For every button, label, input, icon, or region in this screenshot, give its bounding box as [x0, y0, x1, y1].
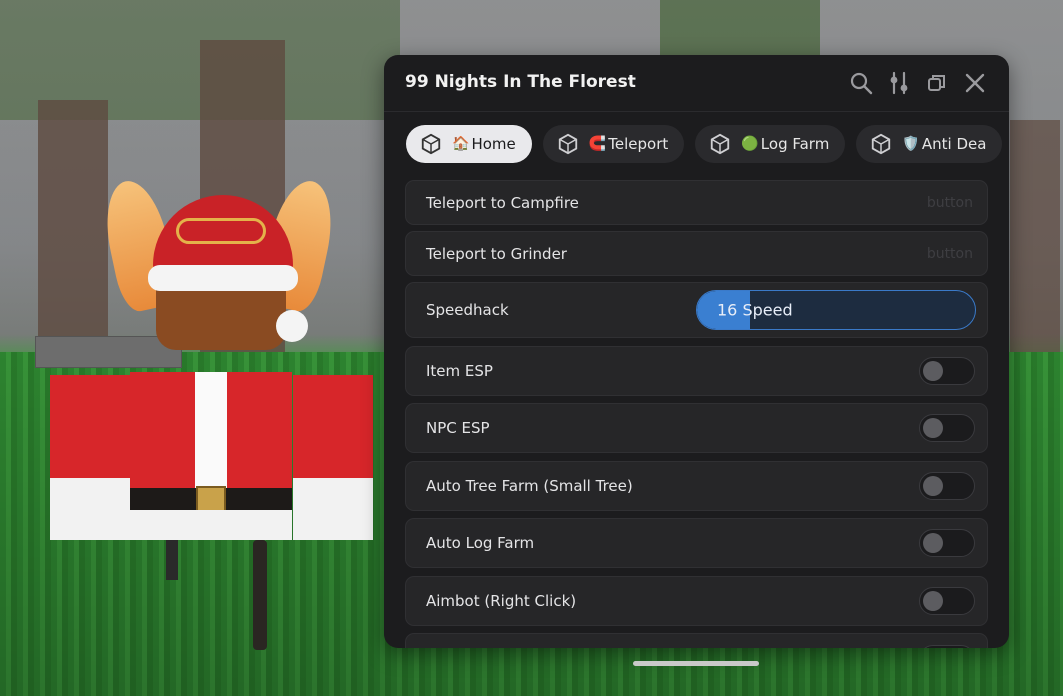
home-icon: 🏠: [452, 136, 470, 152]
auto-log-farm-toggle[interactable]: [919, 529, 975, 557]
partial-toggle[interactable]: [919, 645, 975, 648]
hat-pompom: [276, 310, 308, 342]
player-character: [48, 170, 378, 660]
home-indicator-bar[interactable]: [633, 661, 759, 666]
search-icon[interactable]: [849, 71, 873, 95]
row-label: Teleport to Campfire: [426, 193, 579, 212]
row-label: NPC ESP: [426, 419, 490, 437]
toggle-knob: [923, 476, 943, 496]
cuff-left: [50, 478, 130, 540]
tab-label: Anti Dea: [921, 135, 987, 153]
shield-icon: 🛡️: [902, 136, 920, 152]
teleport-campfire-button[interactable]: Teleport to Campfire button: [405, 180, 988, 225]
speed-slider[interactable]: 16 Speed: [696, 290, 976, 330]
row-label: Auto Log Farm: [426, 534, 535, 552]
tab-anti-death[interactable]: 🛡️ Anti Dea: [856, 125, 1003, 163]
tab-home[interactable]: 🏠 Home: [406, 125, 532, 163]
row-label: Speedhack: [426, 301, 509, 319]
restore-icon[interactable]: [925, 71, 949, 95]
auto-log-farm-row: Auto Log Farm: [405, 518, 988, 568]
row-type-hint: button: [926, 194, 973, 211]
toggle-knob: [923, 361, 943, 381]
aimbot-toggle[interactable]: [919, 587, 975, 615]
toggle-knob: [923, 591, 943, 611]
cube-icon: [711, 133, 730, 155]
toggle-knob: [923, 533, 943, 553]
item-esp-toggle[interactable]: [919, 357, 975, 385]
window-title: 99 Nights In The Florest: [405, 72, 636, 92]
tab-teleport[interactable]: 🧲 Teleport: [542, 125, 685, 163]
teleport-grinder-button[interactable]: Teleport to Grinder button: [405, 231, 988, 276]
row-label: Item ESP: [426, 362, 493, 380]
options-list[interactable]: Teleport to Campfire button Teleport to …: [405, 180, 989, 648]
row-label: Auto Tree Farm (Small Tree): [426, 477, 633, 495]
npc-esp-toggle[interactable]: [919, 414, 975, 442]
coat-hem: [130, 510, 292, 540]
script-hub-window: 99 Nights In The Florest 🏠 Home 🧲 Telepo…: [384, 55, 1009, 648]
toggle-knob: [923, 418, 943, 438]
tab-label: Log Farm: [760, 135, 830, 153]
cuff-right: [293, 478, 373, 540]
cube-icon: [558, 133, 577, 155]
npc-esp-row: NPC ESP: [405, 403, 988, 453]
tab-log-farm[interactable]: 🟢 Log Farm: [695, 125, 846, 163]
cube-icon: [421, 133, 441, 155]
leg-right: [253, 540, 267, 650]
magnet-icon: 🧲: [588, 136, 607, 152]
slider-value: 16 Speed: [717, 300, 793, 320]
row-label: Teleport to Grinder: [426, 244, 567, 263]
title-bar[interactable]: 99 Nights In The Florest: [384, 55, 1009, 112]
tree-trunk: [1010, 120, 1060, 380]
aimbot-row: Aimbot (Right Click): [405, 576, 988, 626]
close-icon[interactable]: [963, 71, 987, 95]
partial-row: [405, 633, 988, 648]
tab-label: Home: [471, 135, 516, 153]
leg-left: [166, 540, 178, 580]
row-type-hint: button: [926, 245, 973, 262]
speedhack-row: Speedhack 16 Speed: [405, 282, 988, 338]
tab-label: Teleport: [608, 135, 669, 153]
goggles: [176, 218, 266, 244]
belt-buckle: [196, 486, 226, 512]
cube-icon: [872, 133, 891, 155]
auto-tree-farm-row: Auto Tree Farm (Small Tree): [405, 461, 988, 511]
item-esp-row: Item ESP: [405, 346, 988, 396]
auto-tree-farm-toggle[interactable]: [919, 472, 975, 500]
sliders-icon[interactable]: [887, 71, 911, 95]
tab-bar: 🏠 Home 🧲 Teleport 🟢 Log Farm 🛡️ Anti Dea: [406, 125, 1009, 165]
green-circle-icon: 🟢: [741, 136, 759, 152]
hat-brim: [148, 265, 298, 291]
row-label: Aimbot (Right Click): [426, 592, 577, 610]
